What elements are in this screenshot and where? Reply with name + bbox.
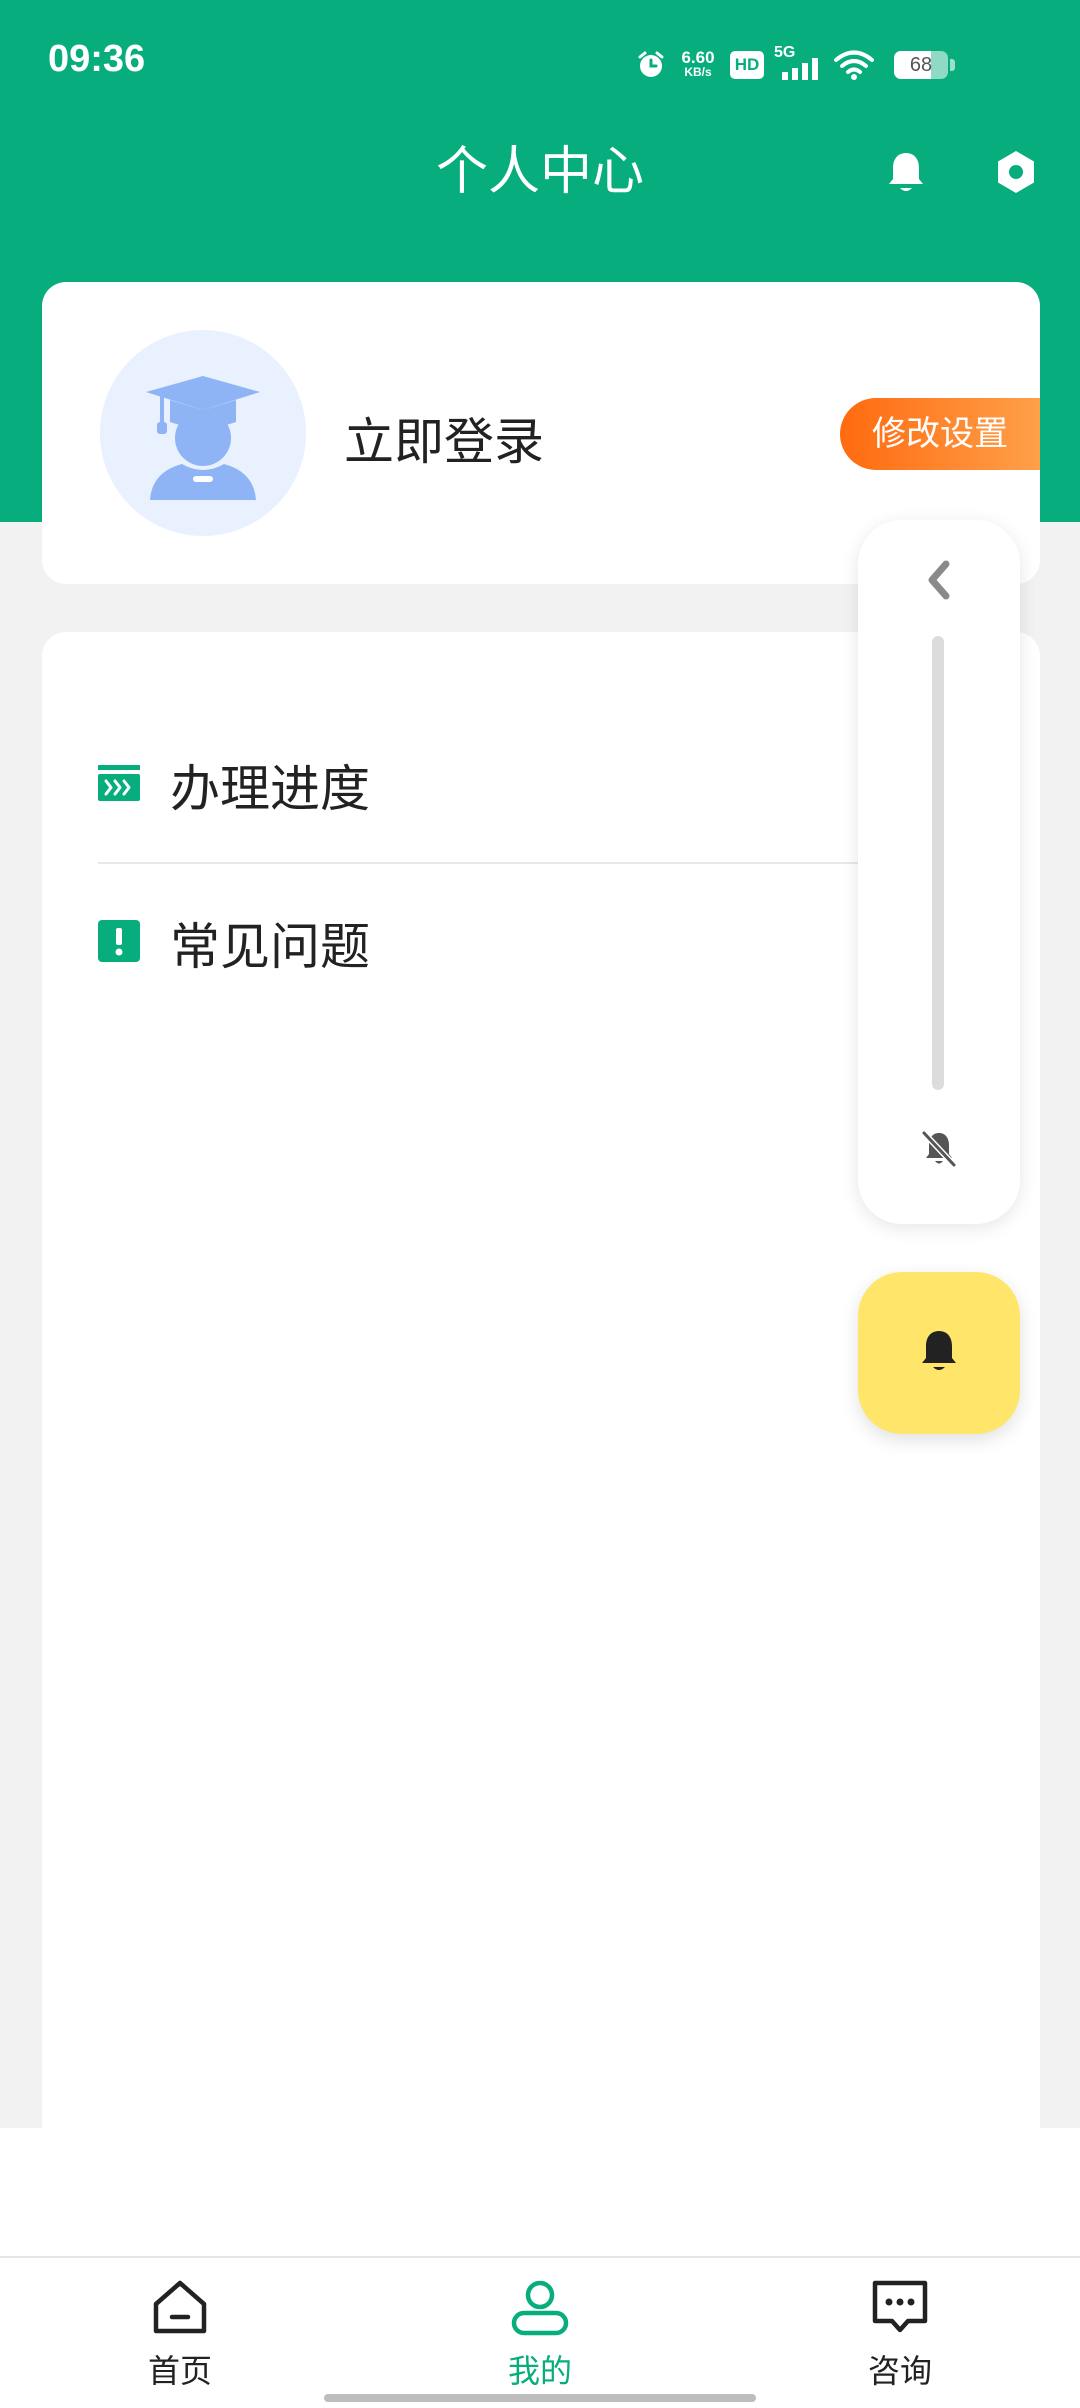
notification-bell-icon[interactable]: [880, 146, 932, 198]
network-speed-unit: KB/s: [684, 65, 712, 79]
home-icon: [147, 2274, 213, 2340]
network-speed-value: 6.60: [681, 48, 715, 67]
cellular-signal-icon: 5G: [774, 44, 820, 82]
home-indicator[interactable]: [324, 2394, 756, 2402]
menu-item-faq[interactable]: 常见问题: [98, 868, 978, 1018]
progress-arrows-icon: [98, 763, 140, 807]
nav-label: 我的: [507, 2352, 572, 2390]
graduate-avatar-icon[interactable]: [100, 330, 306, 536]
hd-icon: HD: [730, 51, 764, 79]
status-time: 09:36: [48, 38, 146, 80]
alarm-icon: [636, 50, 666, 80]
bell-button[interactable]: [858, 1272, 1020, 1434]
volume-panel: [858, 520, 1020, 1224]
nav-label: 咨询: [867, 2352, 932, 2390]
chevron-left-icon[interactable]: [914, 550, 964, 610]
battery-icon: 68: [894, 51, 948, 79]
volume-slider[interactable]: [932, 636, 944, 1090]
status-icons: 6.60 KB/s HD 5G 68: [636, 42, 955, 88]
wifi-icon: [834, 49, 874, 81]
chat-icon: [867, 2274, 933, 2340]
login-link[interactable]: 立即登录: [344, 402, 544, 474]
battery-level: 68: [909, 54, 933, 76]
nav-item-consult[interactable]: 咨询: [800, 2274, 1000, 2394]
bell-icon: [919, 1328, 959, 1378]
menu-item-label: 办理进度: [170, 760, 370, 818]
settings-hexagon-icon[interactable]: [990, 146, 1042, 198]
exclamation-icon: [98, 920, 140, 966]
muted-icon[interactable]: [914, 1124, 964, 1174]
battery-cap: [950, 59, 955, 71]
menu-item-progress[interactable]: 办理进度: [98, 710, 978, 860]
bottom-nav: 首页 我的 咨询: [0, 2256, 1080, 2408]
nav-label: 首页: [147, 2352, 212, 2390]
divider: [98, 862, 918, 864]
nav-item-home[interactable]: 首页: [80, 2274, 280, 2394]
user-icon: [507, 2274, 573, 2340]
status-bar: 09:36 6.60 KB/s HD 5G 68: [0, 0, 1080, 126]
nav-item-mine[interactable]: 我的: [440, 2274, 640, 2394]
menu-item-label: 常见问题: [170, 918, 370, 976]
network-speed: 6.60 KB/s: [676, 48, 720, 80]
edit-settings-button[interactable]: 修改设置: [840, 398, 1040, 470]
